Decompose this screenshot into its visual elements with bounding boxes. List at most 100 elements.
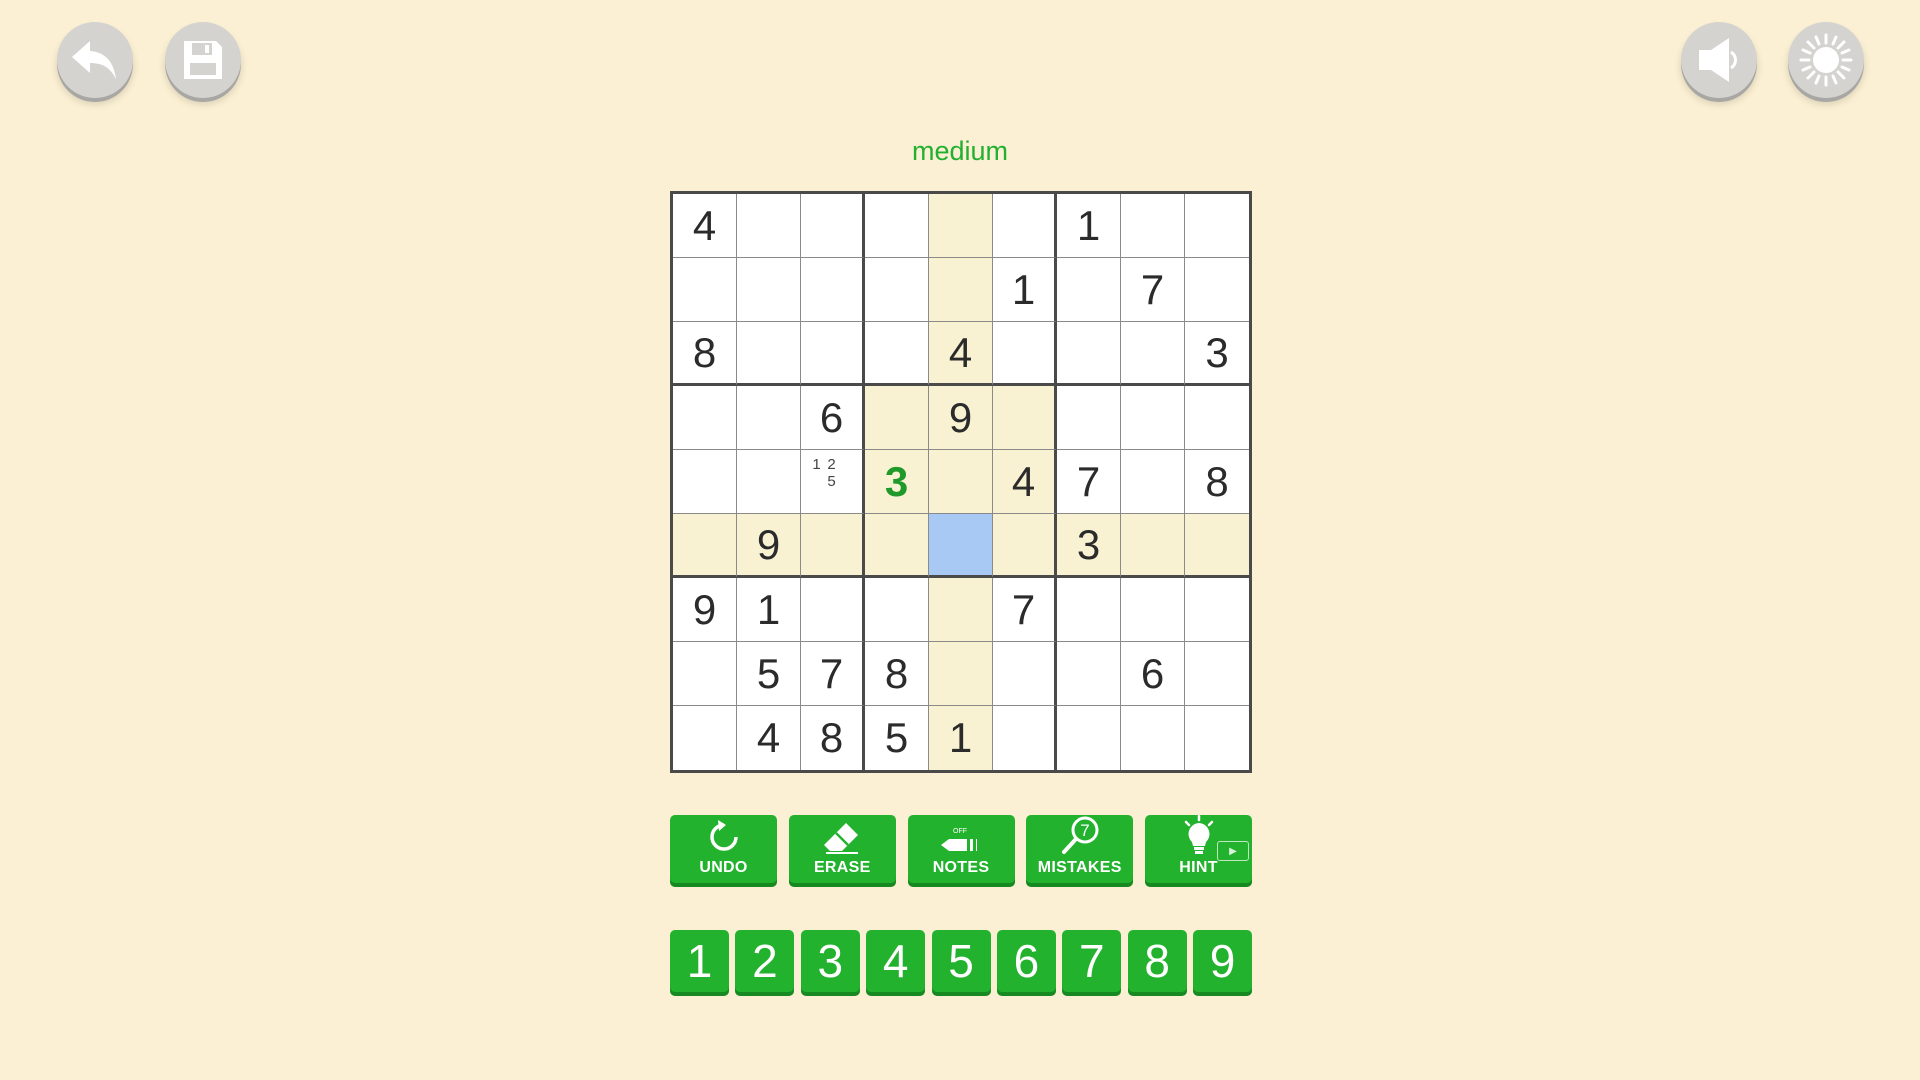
- board-cell[interactable]: [1121, 514, 1185, 578]
- board-cell[interactable]: 6: [1121, 642, 1185, 706]
- notes-button[interactable]: OFF NOTES: [907, 815, 1015, 883]
- board-cell[interactable]: 4: [993, 450, 1057, 514]
- board-cell[interactable]: [1185, 578, 1249, 642]
- save-button[interactable]: [165, 22, 241, 98]
- board-cell[interactable]: [1185, 386, 1249, 450]
- board-cell[interactable]: [1057, 642, 1121, 706]
- board-cell[interactable]: 7: [993, 578, 1057, 642]
- board-cell[interactable]: [1057, 578, 1121, 642]
- number-button-1[interactable]: 1: [670, 930, 729, 992]
- board-cell[interactable]: 4: [737, 706, 801, 770]
- board-cell[interactable]: [1057, 322, 1121, 386]
- board-cell[interactable]: [1185, 706, 1249, 770]
- board-cell[interactable]: [929, 194, 993, 258]
- board-cell[interactable]: [993, 194, 1057, 258]
- board-cell[interactable]: [737, 258, 801, 322]
- board-cell[interactable]: 7: [1121, 258, 1185, 322]
- board-cell[interactable]: [929, 578, 993, 642]
- board-cell[interactable]: [1121, 386, 1185, 450]
- board-cell[interactable]: 9: [673, 578, 737, 642]
- undo-button[interactable]: UNDO: [670, 815, 777, 883]
- board-cell[interactable]: [865, 514, 929, 578]
- board-cell[interactable]: 1: [993, 258, 1057, 322]
- board-cell[interactable]: [1057, 386, 1121, 450]
- back-button[interactable]: [57, 22, 133, 98]
- board-cell[interactable]: [673, 258, 737, 322]
- board-cell[interactable]: 7: [801, 642, 865, 706]
- board-cell[interactable]: [1121, 322, 1185, 386]
- number-button-7[interactable]: 7: [1062, 930, 1122, 992]
- board-cell[interactable]: [865, 258, 929, 322]
- board-cell[interactable]: [801, 514, 865, 578]
- board-cell[interactable]: [673, 450, 737, 514]
- board-cell[interactable]: [737, 386, 801, 450]
- board-cell[interactable]: [865, 322, 929, 386]
- number-button-8[interactable]: 8: [1127, 930, 1187, 992]
- board-cell[interactable]: [1057, 258, 1121, 322]
- board-cell[interactable]: [865, 194, 929, 258]
- board-cell[interactable]: [929, 450, 993, 514]
- note-mark: [839, 490, 854, 507]
- board-cell[interactable]: 4: [929, 322, 993, 386]
- board-cell[interactable]: [993, 386, 1057, 450]
- board-cell[interactable]: [673, 386, 737, 450]
- number-button-6[interactable]: 6: [996, 930, 1056, 992]
- board-cell[interactable]: [801, 194, 865, 258]
- board-cell[interactable]: [1121, 450, 1185, 514]
- sound-button[interactable]: [1681, 22, 1757, 98]
- board-cell[interactable]: 5: [737, 642, 801, 706]
- board-cell[interactable]: 3: [1057, 514, 1121, 578]
- board-cell[interactable]: 5: [865, 706, 929, 770]
- board-cell[interactable]: 9: [929, 386, 993, 450]
- board-cell[interactable]: 4: [673, 194, 737, 258]
- board-cell[interactable]: [673, 706, 737, 770]
- board-cell[interactable]: [929, 642, 993, 706]
- board-cell[interactable]: 7: [1057, 450, 1121, 514]
- board-cell[interactable]: 9: [737, 514, 801, 578]
- board-cell[interactable]: [737, 450, 801, 514]
- erase-button[interactable]: ERASE: [788, 815, 896, 883]
- hint-button[interactable]: HINT ▶: [1145, 815, 1252, 883]
- board-cell[interactable]: 1: [929, 706, 993, 770]
- board-cell[interactable]: [929, 514, 993, 578]
- board-cell[interactable]: [865, 578, 929, 642]
- board-cell[interactable]: [801, 322, 865, 386]
- board-cell[interactable]: [865, 386, 929, 450]
- board-cell[interactable]: [1121, 194, 1185, 258]
- number-button-2[interactable]: 2: [735, 930, 795, 992]
- board-cell[interactable]: [929, 258, 993, 322]
- board-cell[interactable]: [801, 578, 865, 642]
- board-cell[interactable]: [993, 322, 1057, 386]
- mistakes-button[interactable]: 7 MISTAKES: [1026, 815, 1134, 883]
- board-cell[interactable]: [1121, 706, 1185, 770]
- board-cell[interactable]: [801, 258, 865, 322]
- board-cell[interactable]: [993, 514, 1057, 578]
- board-cell[interactable]: 1: [737, 578, 801, 642]
- board-cell[interactable]: [673, 514, 737, 578]
- board-cell[interactable]: [673, 642, 737, 706]
- number-button-4[interactable]: 4: [866, 930, 926, 992]
- theme-button[interactable]: [1788, 22, 1864, 98]
- board-cell[interactable]: [737, 322, 801, 386]
- number-button-5[interactable]: 5: [931, 930, 991, 992]
- board-cell[interactable]: [1121, 578, 1185, 642]
- board-cell[interactable]: 3: [1185, 322, 1249, 386]
- board-cell[interactable]: 8: [801, 706, 865, 770]
- board-cell[interactable]: 1: [1057, 194, 1121, 258]
- board-cell[interactable]: [993, 642, 1057, 706]
- board-cell[interactable]: [1057, 706, 1121, 770]
- board-cell[interactable]: 125: [801, 450, 865, 514]
- board-cell[interactable]: [1185, 194, 1249, 258]
- number-button-3[interactable]: 3: [800, 930, 860, 992]
- board-cell[interactable]: [993, 706, 1057, 770]
- number-button-9[interactable]: 9: [1193, 930, 1252, 992]
- board-cell[interactable]: 8: [673, 322, 737, 386]
- board-cell[interactable]: [1185, 258, 1249, 322]
- board-cell[interactable]: [1185, 514, 1249, 578]
- board-cell[interactable]: [1185, 642, 1249, 706]
- board-cell[interactable]: [737, 194, 801, 258]
- board-cell[interactable]: 6: [801, 386, 865, 450]
- board-cell[interactable]: 8: [865, 642, 929, 706]
- board-cell[interactable]: 3: [865, 450, 929, 514]
- board-cell[interactable]: 8: [1185, 450, 1249, 514]
